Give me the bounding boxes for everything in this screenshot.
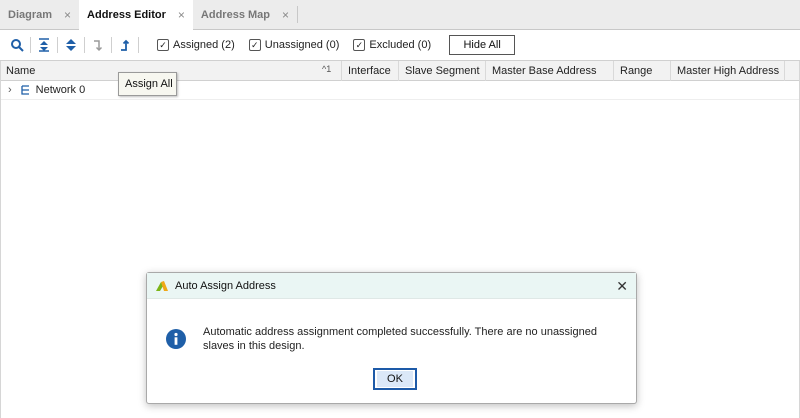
- info-icon: [166, 329, 186, 352]
- close-icon[interactable]: ✕: [616, 278, 628, 295]
- toolbar: ✓ Assigned (2) ✓ Unassigned (0) ✓ Exclud…: [0, 31, 800, 59]
- checkbox-checked-icon: ✓: [248, 39, 261, 51]
- tab-address-map[interactable]: Address Map ×: [193, 0, 297, 30]
- excluded-checkbox[interactable]: ✓ Excluded (0): [353, 39, 431, 51]
- close-icon[interactable]: ×: [64, 8, 71, 22]
- column-header-master-high-address[interactable]: Master High Address: [671, 60, 785, 81]
- tab-divider: [297, 6, 299, 23]
- tab-address-editor[interactable]: Address Editor ×: [79, 0, 193, 30]
- assign-all-icon: [121, 39, 130, 51]
- assign-all-button[interactable]: [114, 34, 136, 56]
- close-icon[interactable]: ×: [282, 8, 289, 22]
- row-name: Network 0: [35, 84, 86, 96]
- table-left-border: [0, 61, 1, 418]
- hide-all-button[interactable]: Hide All: [449, 35, 516, 55]
- vivado-logo-icon: [156, 280, 168, 291]
- chevron-right-icon[interactable]: ›: [8, 84, 12, 96]
- expand-all-button[interactable]: [60, 34, 82, 56]
- assign-all-tooltip: Assign All: [118, 72, 177, 96]
- checkbox-checked-icon: ✓: [353, 39, 366, 51]
- toolbar-divider: [138, 37, 139, 53]
- tab-address-editor-label: Address Editor: [87, 9, 166, 21]
- unassign-button[interactable]: [87, 34, 109, 56]
- excluded-label: Excluded (0): [369, 39, 432, 51]
- toolbar-divider: [57, 37, 58, 53]
- unassigned-checkbox[interactable]: ✓ Unassigned (0): [248, 39, 340, 51]
- dialog-title-bar: Auto Assign Address ✕: [147, 273, 636, 299]
- ok-button[interactable]: OK: [373, 368, 417, 390]
- checkbox-checked-icon: ✓: [157, 39, 169, 51]
- unassign-icon: [94, 40, 103, 52]
- collapse-all-icon: [39, 38, 49, 52]
- close-icon[interactable]: ×: [178, 8, 185, 22]
- search-icon: [11, 39, 24, 52]
- assigned-checkbox[interactable]: ✓ Assigned (2): [157, 39, 235, 51]
- tab-address-map-label: Address Map: [200, 9, 270, 21]
- toolbar-divider: [84, 37, 85, 53]
- collapse-all-button[interactable]: [33, 34, 55, 56]
- column-header-slave-segment[interactable]: Slave Segment: [399, 60, 486, 81]
- tab-diagram[interactable]: Diagram ×: [0, 0, 79, 30]
- column-header-range[interactable]: Range: [614, 60, 671, 81]
- tab-diagram-label: Diagram: [8, 9, 53, 21]
- sort-indicator: ^1: [322, 64, 332, 74]
- auto-assign-dialog: Auto Assign Address ✕ Automatic address …: [146, 272, 637, 404]
- tab-bar: Diagram × Address Editor × Address Map ×: [0, 0, 800, 30]
- unassigned-label: Unassigned (0): [264, 39, 340, 51]
- dialog-title: Auto Assign Address: [175, 279, 276, 292]
- assigned-label: Assigned (2): [173, 39, 235, 51]
- network-icon: [21, 85, 29, 95]
- ok-button-label: OK: [377, 371, 413, 387]
- toolbar-divider: [111, 37, 112, 53]
- expand-all-icon: [66, 39, 76, 51]
- toolbar-divider: [30, 37, 31, 53]
- dialog-message: Automatic address assignment completed s…: [203, 326, 597, 352]
- column-header-master-base-address[interactable]: Master Base Address: [486, 60, 614, 81]
- search-button[interactable]: [6, 34, 28, 56]
- column-header-interface[interactable]: Interface: [342, 60, 399, 81]
